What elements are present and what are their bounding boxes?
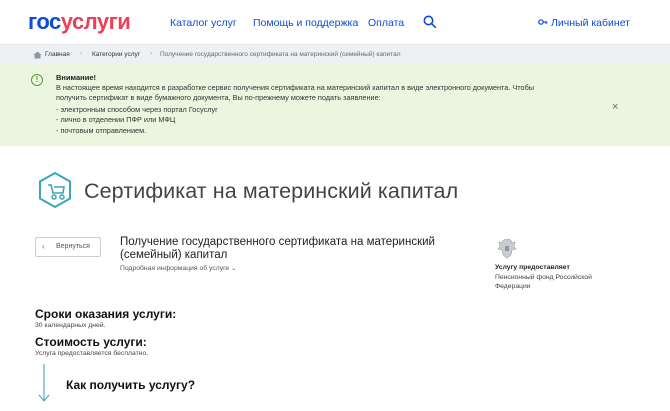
personal-cabinet-link[interactable]: Личный кабинет bbox=[551, 17, 630, 29]
terms-value: 30 календарных дней. bbox=[35, 322, 106, 329]
arrow-down-icon bbox=[38, 364, 50, 402]
breadcrumb-separator: › bbox=[80, 50, 83, 57]
info-icon: ! bbox=[31, 74, 43, 86]
back-button[interactable]: ‹ Вернуться bbox=[35, 237, 101, 257]
breadcrumb-home[interactable]: Главная bbox=[45, 51, 70, 58]
provider-label: Услугу предоставляет bbox=[495, 264, 570, 271]
logo-part-gos: гос bbox=[28, 9, 61, 34]
back-button-label: Вернуться bbox=[56, 243, 90, 250]
notice-text: В настоящее время находится в разработке… bbox=[56, 83, 535, 103]
logo-part-uslugi: услуги bbox=[60, 9, 131, 34]
breadcrumb: Главная › Категории услуг › Получение го… bbox=[0, 44, 670, 64]
terms-heading: Сроки оказания услуги: bbox=[35, 307, 177, 321]
notice-item: - электронным способом через портал Госу… bbox=[56, 105, 218, 114]
notice-banner: ! Внимание! В настоящее время находится … bbox=[0, 64, 670, 146]
notice-item: - почтовым отправлением. bbox=[56, 126, 147, 135]
breadcrumb-categories[interactable]: Категории услуг bbox=[92, 51, 140, 58]
nav-help[interactable]: Помощь и поддержка bbox=[253, 17, 358, 29]
gosuslugi-logo[interactable]: госуслуги bbox=[28, 9, 131, 35]
search-icon[interactable] bbox=[423, 15, 437, 29]
notice-item: - лично в отделении ПФР или МФЦ bbox=[56, 115, 176, 124]
more-info-link[interactable]: Подробная информация об услуге ⌄ bbox=[120, 265, 236, 272]
chevron-down-icon: ⌄ bbox=[231, 266, 237, 272]
how-to-get-heading: Как получить услугу? bbox=[66, 378, 196, 392]
cost-heading: Стоимость услуги: bbox=[35, 335, 147, 349]
nav-payment[interactable]: Оплата bbox=[368, 17, 404, 29]
more-info-label: Подробная информация об услуге bbox=[120, 265, 230, 272]
service-title: Получение государственного сертификата н… bbox=[120, 236, 435, 261]
stroller-icon bbox=[39, 171, 71, 209]
site-header: госуслуги Каталог услуг Помощь и поддерж… bbox=[0, 0, 670, 44]
nav-catalog[interactable]: Каталог услуг bbox=[170, 17, 237, 29]
coat-of-arms-icon bbox=[497, 238, 517, 259]
notice-title: Внимание! bbox=[56, 73, 96, 82]
key-icon bbox=[538, 19, 548, 25]
provider-name: Пенсионный фонд Российской Федерации bbox=[495, 274, 592, 290]
page-title: Сертификат на материнский капитал bbox=[84, 179, 459, 203]
cost-value: Услуга предоставляется бесплатно. bbox=[35, 350, 149, 357]
home-icon[interactable] bbox=[33, 51, 42, 59]
breadcrumb-separator: › bbox=[150, 50, 153, 57]
breadcrumb-current: Получение государственного сертификата н… bbox=[160, 51, 401, 58]
close-icon[interactable]: × bbox=[612, 101, 618, 113]
chevron-left-icon: ‹ bbox=[42, 242, 45, 251]
